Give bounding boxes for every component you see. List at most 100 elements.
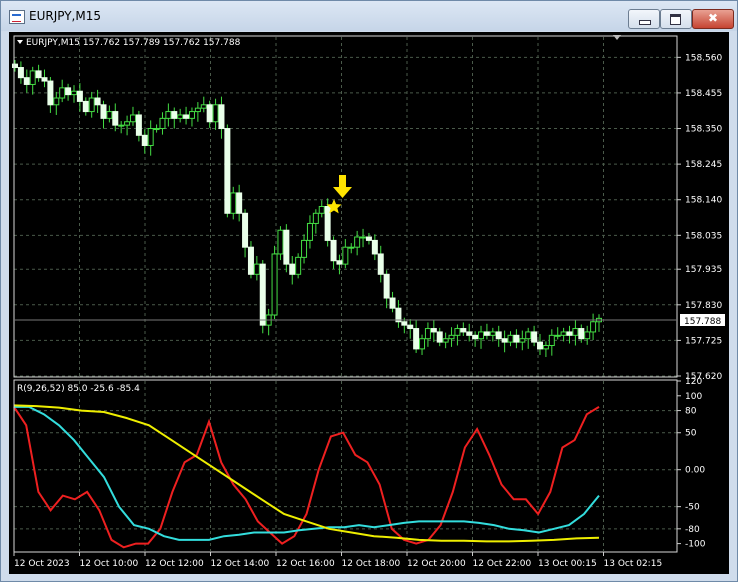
indicator-axis-label: -50: [685, 503, 700, 513]
bull-candle: [153, 128, 160, 131]
bear-candle: [401, 321, 408, 326]
bull-candle: [70, 90, 77, 96]
bull-candle: [525, 331, 532, 340]
chart-window: EURJPY,M15 EURJPY,M15 157.762 157.789 15…: [0, 0, 738, 582]
bull-candle: [424, 328, 431, 340]
time-axis-label: 12 Oct 22:00: [473, 559, 532, 569]
time-axis-label: 12 Oct 18:00: [342, 559, 401, 569]
bull-candle: [360, 236, 367, 239]
bull-candle: [277, 229, 284, 255]
bear-candle: [436, 331, 443, 343]
time-axis: 12 Oct 2023 12 Oct 10:00 12 Oct 12:00 12 Oc…: [13, 552, 663, 569]
bear-candle: [183, 114, 190, 119]
bear-candle: [247, 246, 254, 275]
bull-candle: [312, 212, 319, 224]
maximize-button[interactable]: [660, 9, 692, 29]
bear-candle: [537, 341, 544, 350]
bull-candle: [301, 239, 308, 258]
bull-candle: [194, 107, 201, 113]
price-axis-label: 157.830: [685, 301, 722, 311]
bear-candle: [430, 328, 437, 333]
bear-candle: [371, 239, 378, 255]
time-axis-label: 13 Oct 00:15: [538, 559, 597, 569]
indicator-axis-label: 100: [685, 392, 702, 402]
bull-candle: [572, 328, 579, 336]
price-axis-label: 158.350: [685, 125, 722, 135]
bull-candle: [230, 192, 237, 214]
bear-candle: [17, 67, 24, 79]
shift-marker-icon[interactable]: [613, 35, 621, 40]
close-button[interactable]: [692, 9, 734, 29]
bear-candle: [531, 331, 538, 343]
bull-candle: [124, 121, 131, 126]
bull-candle: [253, 263, 260, 275]
bear-candle: [47, 80, 54, 106]
bull-candle: [590, 321, 597, 333]
bull-candle: [295, 256, 302, 275]
price-axis-label: 158.035: [685, 231, 722, 241]
bull-candle: [348, 246, 355, 249]
minimize-icon: [629, 10, 659, 28]
bull-candle: [507, 334, 514, 343]
time-axis-label: 12 Oct 16:00: [276, 559, 335, 569]
bear-candle: [112, 111, 119, 126]
bull-candle: [318, 206, 325, 214]
bull-candle: [354, 236, 361, 248]
bull-candle: [29, 70, 36, 85]
indicator-axis-label: -100: [685, 540, 706, 550]
current-price-label: 157.788: [684, 317, 721, 327]
chart-canvas[interactable]: EURJPY,M15 157.762 157.789 157.762 157.7…: [9, 32, 729, 574]
time-axis-label: 12 Oct 2023: [14, 559, 70, 569]
bear-candle: [289, 263, 296, 275]
bear-candle: [413, 328, 420, 350]
bear-candle: [65, 87, 72, 96]
bull-candle: [489, 331, 496, 336]
bear-candle: [365, 236, 372, 241]
bear-candle: [94, 97, 101, 106]
bull-candle: [560, 331, 567, 336]
bear-candle: [324, 206, 331, 241]
oscillator-line: [14, 405, 600, 541]
price-axis-label: 157.725: [685, 336, 722, 346]
bull-candle: [554, 334, 561, 337]
window-titlebar[interactable]: EURJPY,M15: [1, 1, 737, 31]
bear-candle: [206, 104, 213, 123]
bull-candle: [118, 124, 125, 127]
bull-candle: [212, 104, 219, 123]
bull-candle: [159, 117, 166, 130]
bull-candle: [271, 253, 278, 316]
time-axis-label: 12 Oct 12:00: [145, 559, 204, 569]
collapse-triangle-icon[interactable]: [17, 40, 23, 44]
indicator-axis-label: 0.00: [685, 466, 705, 476]
price-axis-label: 158.560: [685, 53, 722, 63]
price-axis-label: 157.935: [685, 265, 722, 275]
bear-candle: [242, 212, 249, 248]
bull-candle: [200, 104, 207, 109]
price-axis-label: 158.140: [685, 196, 722, 206]
bull-candle: [454, 328, 461, 336]
bear-candle: [483, 331, 490, 336]
oscillator-line: [13, 406, 600, 549]
bull-candle: [542, 344, 549, 350]
bear-candle: [578, 328, 585, 340]
bear-candle: [336, 260, 343, 265]
maximize-icon: [661, 10, 691, 28]
bear-candle: [135, 114, 142, 136]
indicator-axis-label: 120: [685, 377, 702, 387]
bull-candle: [147, 128, 154, 146]
bear-candle: [259, 263, 266, 326]
bear-candle: [100, 104, 107, 119]
bull-candle: [177, 114, 184, 119]
time-axis-label: 13 Oct 02:15: [604, 559, 663, 569]
minimize-button[interactable]: [628, 9, 660, 29]
chart-area[interactable]: EURJPY,M15 157.762 157.789 157.762 157.7…: [9, 32, 729, 574]
bull-candle: [519, 338, 526, 343]
bear-candle: [35, 70, 42, 79]
bear-candle: [377, 253, 384, 275]
bull-candle: [106, 111, 113, 119]
bear-candle: [12, 63, 18, 69]
bear-candle: [407, 324, 414, 330]
bear-candle: [330, 239, 337, 262]
bear-candle: [513, 334, 520, 343]
bear-candle: [495, 331, 502, 340]
